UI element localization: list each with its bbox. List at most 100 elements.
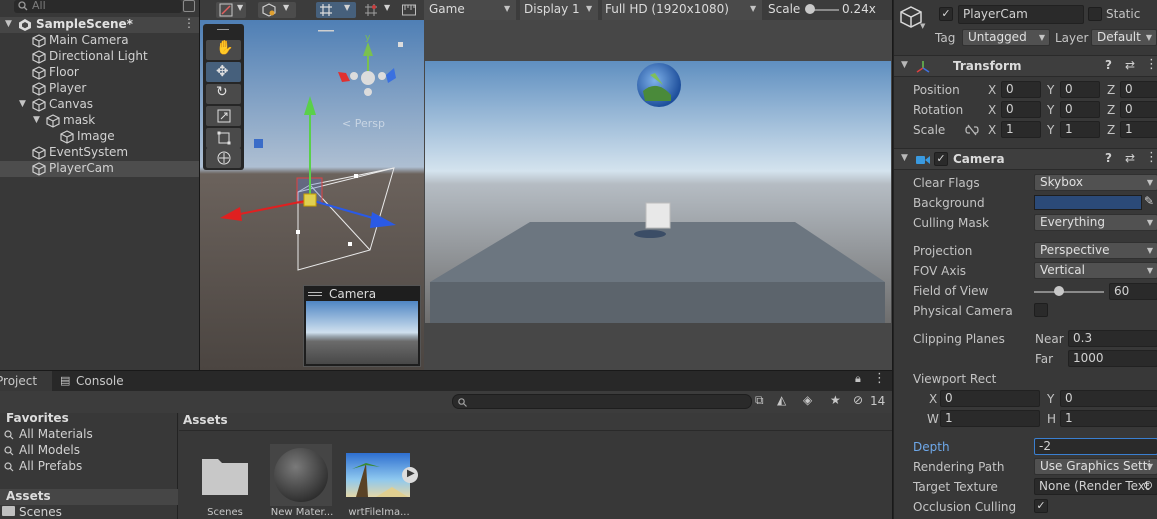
hierarchy-item-mask[interactable]: ▼ mask <box>0 113 199 129</box>
position-x-field[interactable]: 0 <box>1001 81 1041 98</box>
hierarchy-item-player[interactable]: Player <box>0 81 199 97</box>
projection-dropdown[interactable]: Perspective <box>1034 242 1157 259</box>
eyedropper-icon[interactable]: ✎ <box>1144 194 1154 208</box>
rotation-z-field[interactable]: 0 <box>1120 101 1157 118</box>
assets-header[interactable]: Assets <box>183 413 228 427</box>
scale-z-field[interactable]: 1 <box>1120 121 1157 138</box>
asset-tile[interactable]: New Mater... <box>267 441 337 518</box>
scale-x-field[interactable]: 1 <box>1001 121 1041 138</box>
static-checkbox[interactable] <box>1088 7 1102 21</box>
filter-label-icon[interactable]: ◈ <box>803 393 812 407</box>
resolution-dropdown[interactable]: Full HD (1920x1080) ▼ <box>602 0 762 20</box>
asset-tile[interactable]: ▶ wrtFileIma... <box>344 441 420 518</box>
viewport-w-field[interactable]: 1 <box>940 410 1040 427</box>
help-icon[interactable]: ? <box>1105 151 1112 165</box>
persp-label[interactable]: < Persp <box>342 117 385 130</box>
scene-menu-icon[interactable]: ⋮ <box>183 16 195 30</box>
object-name-input[interactable]: PlayerCam <box>958 5 1084 24</box>
fov-axis-dropdown[interactable]: Vertical <box>1034 262 1157 279</box>
near-field[interactable]: 0.3 <box>1068 330 1157 347</box>
fov-slider[interactable] <box>1034 291 1104 293</box>
hierarchy-search-input[interactable]: All <box>14 0 182 13</box>
position-z-field[interactable]: 0 <box>1120 81 1157 98</box>
camera-header[interactable]: ▼ ✓ Camera ? ⇄ ⋮ <box>894 148 1157 170</box>
chevron-down-icon[interactable]: ▼ <box>920 22 925 30</box>
lock-icon[interactable]: 🔒︎ <box>855 372 861 386</box>
scene-view[interactable]: ▼ ▼ ▼ ▼ y < Persp ✋ ✥ ↻ Camera <box>200 0 424 370</box>
transform-header[interactable]: ▼ Transform ? ⇄ ⋮ <box>894 55 1157 77</box>
transform-tool-button[interactable] <box>206 148 241 168</box>
chevron-down-icon[interactable]: ▼ <box>19 99 26 109</box>
camera-enabled-checkbox[interactable]: ✓ <box>934 152 948 166</box>
viewport-y-field[interactable]: 0 <box>1060 390 1157 407</box>
tab-project[interactable]: Project <box>0 371 52 391</box>
hierarchy-expand-icon[interactable] <box>183 0 195 12</box>
play-button[interactable]: ▶ <box>402 467 418 483</box>
layer-dropdown[interactable]: Default <box>1091 29 1157 46</box>
gizmo-toggle-button[interactable]: ▼ <box>316 2 356 18</box>
component-menu-icon[interactable]: ⋮ <box>1145 57 1157 72</box>
culling-mask-dropdown[interactable]: Everything <box>1034 214 1157 231</box>
assets-folder-row[interactable]: Assets <box>0 489 178 505</box>
asset-tile[interactable]: Scenes <box>190 441 260 518</box>
favorite-item[interactable]: All Models <box>0 443 178 459</box>
move-tool-button[interactable]: ✥ <box>206 62 241 82</box>
draw-mode-button[interactable]: ▼ <box>216 2 246 18</box>
hidden-packages-icon[interactable]: ⊘ <box>853 393 863 407</box>
fov-slider-thumb[interactable] <box>1054 286 1064 296</box>
hierarchy-item-floor[interactable]: Floor <box>0 65 199 81</box>
menu-icon[interactable] <box>308 292 322 293</box>
hierarchy-item-eventsystem[interactable]: EventSystem <box>0 145 199 161</box>
rotate-tool-button[interactable]: ↻ <box>206 84 241 104</box>
game-view[interactable]: Game ▼ Display 1 ▼ Full HD (1920x1080) ▼… <box>424 0 892 370</box>
scale-slider-thumb[interactable] <box>805 4 815 14</box>
project-search-input[interactable] <box>452 394 752 409</box>
scale-y-field[interactable]: 1 <box>1060 121 1100 138</box>
scenes-folder-row[interactable]: Scenes <box>0 505 178 519</box>
viewport-h-field[interactable]: 1 <box>1060 410 1157 427</box>
hierarchy-item-playercam[interactable]: PlayerCam <box>0 161 199 177</box>
help-icon[interactable]: ? <box>1105 58 1112 72</box>
background-color-swatch[interactable] <box>1034 195 1142 210</box>
fov-field[interactable]: 60 <box>1109 283 1157 300</box>
object-picker-icon[interactable]: ⊙ <box>1143 478 1153 492</box>
hierarchy-item-main-camera[interactable]: Main Camera <box>0 33 199 49</box>
depth-field[interactable]: -2 <box>1034 438 1157 455</box>
preset-icon[interactable]: ⇄ <box>1125 151 1135 165</box>
scene-row[interactable]: ▼ SampleScene* ⋮ <box>0 16 199 33</box>
search-by-scene-icon[interactable]: ⧉ <box>755 393 764 408</box>
scale-tool-button[interactable] <box>206 106 241 126</box>
component-menu-icon[interactable]: ⋮ <box>1145 150 1157 165</box>
rotation-y-field[interactable]: 0 <box>1060 101 1100 118</box>
filter-type-icon[interactable]: ◭ <box>777 393 786 407</box>
hierarchy-item-directional-light[interactable]: Directional Light <box>0 49 199 65</box>
rendering-path-dropdown[interactable]: Use Graphics Setti <box>1034 458 1157 475</box>
active-checkbox[interactable]: ✓ <box>939 7 953 21</box>
viewport-x-field[interactable]: 0 <box>940 390 1040 407</box>
favorite-item[interactable]: All Prefabs <box>0 459 178 475</box>
game-view-dropdown[interactable]: Game ▼ <box>424 0 516 20</box>
link-icon[interactable] <box>965 124 979 136</box>
chevron-down-icon[interactable]: ▼ <box>901 60 908 70</box>
tab-console[interactable]: ▤ Console <box>56 371 136 391</box>
far-field[interactable]: 1000 <box>1068 350 1157 367</box>
physical-camera-checkbox[interactable] <box>1034 303 1048 317</box>
rotation-x-field[interactable]: 0 <box>1001 101 1041 118</box>
palette-handle[interactable] <box>217 29 229 30</box>
preset-icon[interactable]: ⇄ <box>1125 58 1135 72</box>
hierarchy-item-image[interactable]: Image <box>0 129 199 145</box>
ruler-icon[interactable] <box>402 4 416 16</box>
game-render[interactable] <box>425 61 891 323</box>
occlusion-culling-checkbox[interactable]: ✓ <box>1034 499 1048 513</box>
grid-toggle-button[interactable]: ▼ <box>362 2 396 18</box>
display-dropdown[interactable]: Display 1 ▼ <box>520 0 598 20</box>
hand-tool-button[interactable]: ✋ <box>206 40 241 60</box>
position-y-field[interactable]: 0 <box>1060 81 1100 98</box>
panel-menu-icon[interactable]: ⋮ <box>873 371 886 386</box>
favorites-label[interactable]: Favorites <box>6 411 69 425</box>
rect-tool-button[interactable] <box>206 128 241 148</box>
chevron-down-icon[interactable]: ▼ <box>901 153 908 163</box>
tag-dropdown[interactable]: Untagged <box>962 29 1050 46</box>
hierarchy-item-canvas[interactable]: ▼ Canvas <box>0 97 199 113</box>
scene-camera-button[interactable]: ▼ <box>258 2 296 18</box>
